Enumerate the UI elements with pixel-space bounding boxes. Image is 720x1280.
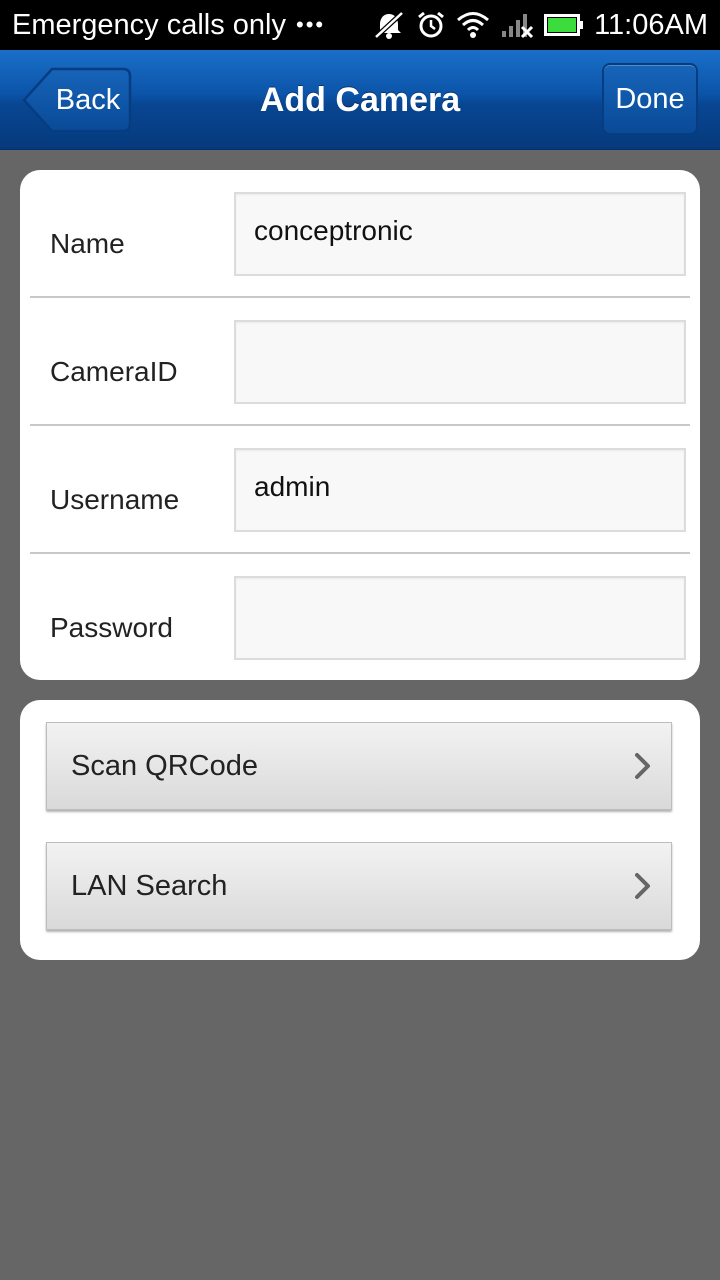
- name-input[interactable]: [234, 192, 686, 276]
- done-button[interactable]: Done: [602, 63, 698, 135]
- name-row: Name: [30, 170, 690, 298]
- camera-form: Name CameraID Username Password: [20, 170, 700, 680]
- wifi-icon: [456, 11, 490, 39]
- scan-qrcode-label: Scan QRCode: [71, 749, 258, 782]
- navigation-bar: Add Camera Back Done: [0, 50, 720, 150]
- status-right: 11:06AM: [372, 9, 708, 42]
- battery-icon: [544, 13, 584, 37]
- camera-id-label: CameraID: [50, 356, 178, 387]
- chevron-right-icon: [635, 873, 650, 899]
- password-input[interactable]: [234, 576, 686, 660]
- status-left: Emergency calls only •••: [12, 9, 325, 42]
- more-notifications-dots: •••: [296, 12, 326, 37]
- back-button-label: Back: [55, 83, 121, 116]
- lan-search-label: LAN Search: [71, 869, 228, 902]
- back-button[interactable]: Back: [22, 67, 132, 133]
- name-label: Name: [50, 228, 125, 259]
- clock-time: 11:06AM: [594, 8, 708, 41]
- username-input[interactable]: [234, 448, 686, 532]
- status-bar: Emergency calls only ••• 11:06AM: [0, 0, 720, 50]
- camera-id-input[interactable]: [234, 320, 686, 404]
- actions-card: Scan QRCode LAN Search: [20, 700, 700, 960]
- carrier-text: Emergency calls only: [12, 8, 286, 41]
- username-row: Username: [30, 426, 690, 554]
- lan-search-button[interactable]: LAN Search: [46, 842, 672, 930]
- password-row: Password: [30, 554, 690, 682]
- signal-no-sim-icon: [500, 11, 534, 39]
- scan-qrcode-button[interactable]: Scan QRCode: [46, 722, 672, 810]
- alarm-icon: [416, 10, 446, 40]
- camera-id-row: CameraID: [30, 298, 690, 426]
- password-label: Password: [50, 612, 173, 643]
- chevron-right-icon: [635, 753, 650, 779]
- username-label: Username: [50, 484, 180, 515]
- notifications-off-icon: [372, 10, 406, 40]
